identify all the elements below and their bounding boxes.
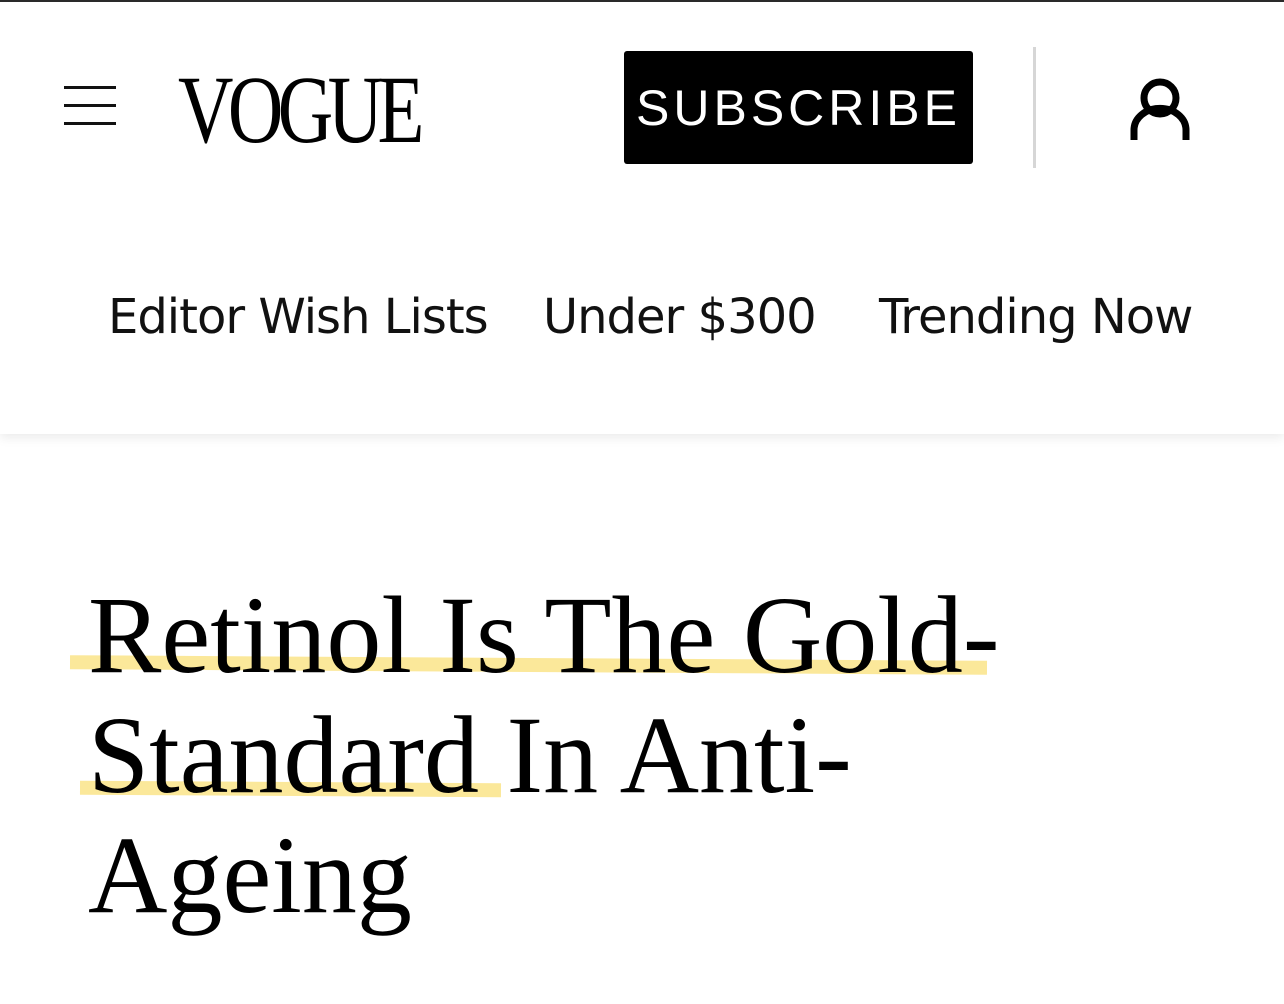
hamburger-menu-icon[interactable] (60, 82, 120, 130)
subscribe-button[interactable]: SUBSCRIBE (624, 51, 973, 164)
user-account-icon[interactable] (1128, 76, 1192, 142)
nav-item-trending-now[interactable]: Trending Now (879, 287, 1193, 347)
header-divider (1033, 47, 1036, 168)
headline-line-2: Standard In Anti- (88, 694, 852, 816)
vogue-logo[interactable]: VOGUE (178, 60, 424, 160)
site-header: VOGUE SUBSCRIBE Editor Wish Lists Under … (0, 2, 1284, 434)
headline-line-3: Ageing (88, 814, 412, 936)
nav-item-editor-wish-lists[interactable]: Editor Wish Lists (108, 287, 489, 347)
nav-item-under-300[interactable]: Under $300 (543, 287, 817, 347)
article-headline: Retinol Is The Gold- Standard In Anti- A… (88, 575, 1048, 935)
headline-line-1: Retinol Is The Gold- (88, 574, 1000, 696)
